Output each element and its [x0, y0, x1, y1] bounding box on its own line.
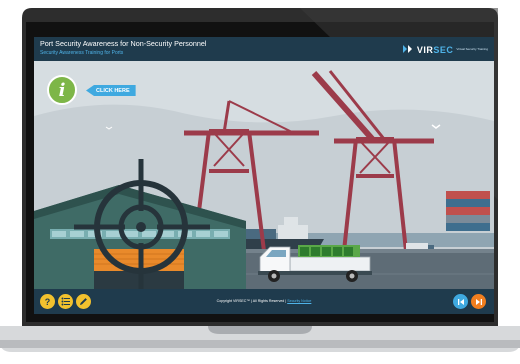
logo-text-accent: SEC [433, 45, 454, 55]
course-title: Port Security Awareness for Non-Security… [40, 39, 207, 48]
container-stack-right [446, 191, 490, 231]
copyright-text: Copyright VIRSEC™ | All Rights Reserved … [216, 299, 287, 303]
logo-mark-icon [402, 45, 412, 53]
click-here-label: CLICK HERE [96, 87, 130, 94]
logo-text-main: VIR [416, 45, 434, 55]
security-notice-link[interactable]: Security Notice [287, 299, 311, 303]
virsec-logo: VIRSEC Virtual Security Training [402, 41, 488, 57]
next-button[interactable] [471, 294, 486, 309]
course-header: Port Security Awareness for Non-Security… [34, 37, 494, 61]
click-here-callout[interactable]: CLICK HERE [86, 85, 136, 96]
skip-back-icon [457, 298, 464, 305]
logo-tagline: Virtual Security Training [456, 47, 488, 51]
course-screen: Port Security Awareness for Non-Security… [34, 37, 494, 314]
course-footer: ? Copyright VIRSEC™ | All Rights Reserve… [34, 289, 494, 314]
info-icon: i [58, 79, 66, 101]
logo-text: VIRSEC [417, 40, 454, 58]
info-button[interactable]: i [47, 75, 77, 105]
skip-next-icon [475, 298, 482, 305]
course-subtitle: Security Awareness Training for Ports [40, 50, 124, 56]
copyright-notice: Copyright VIRSEC™ | All Rights Reserved … [34, 299, 494, 303]
back-button[interactable] [453, 294, 468, 309]
